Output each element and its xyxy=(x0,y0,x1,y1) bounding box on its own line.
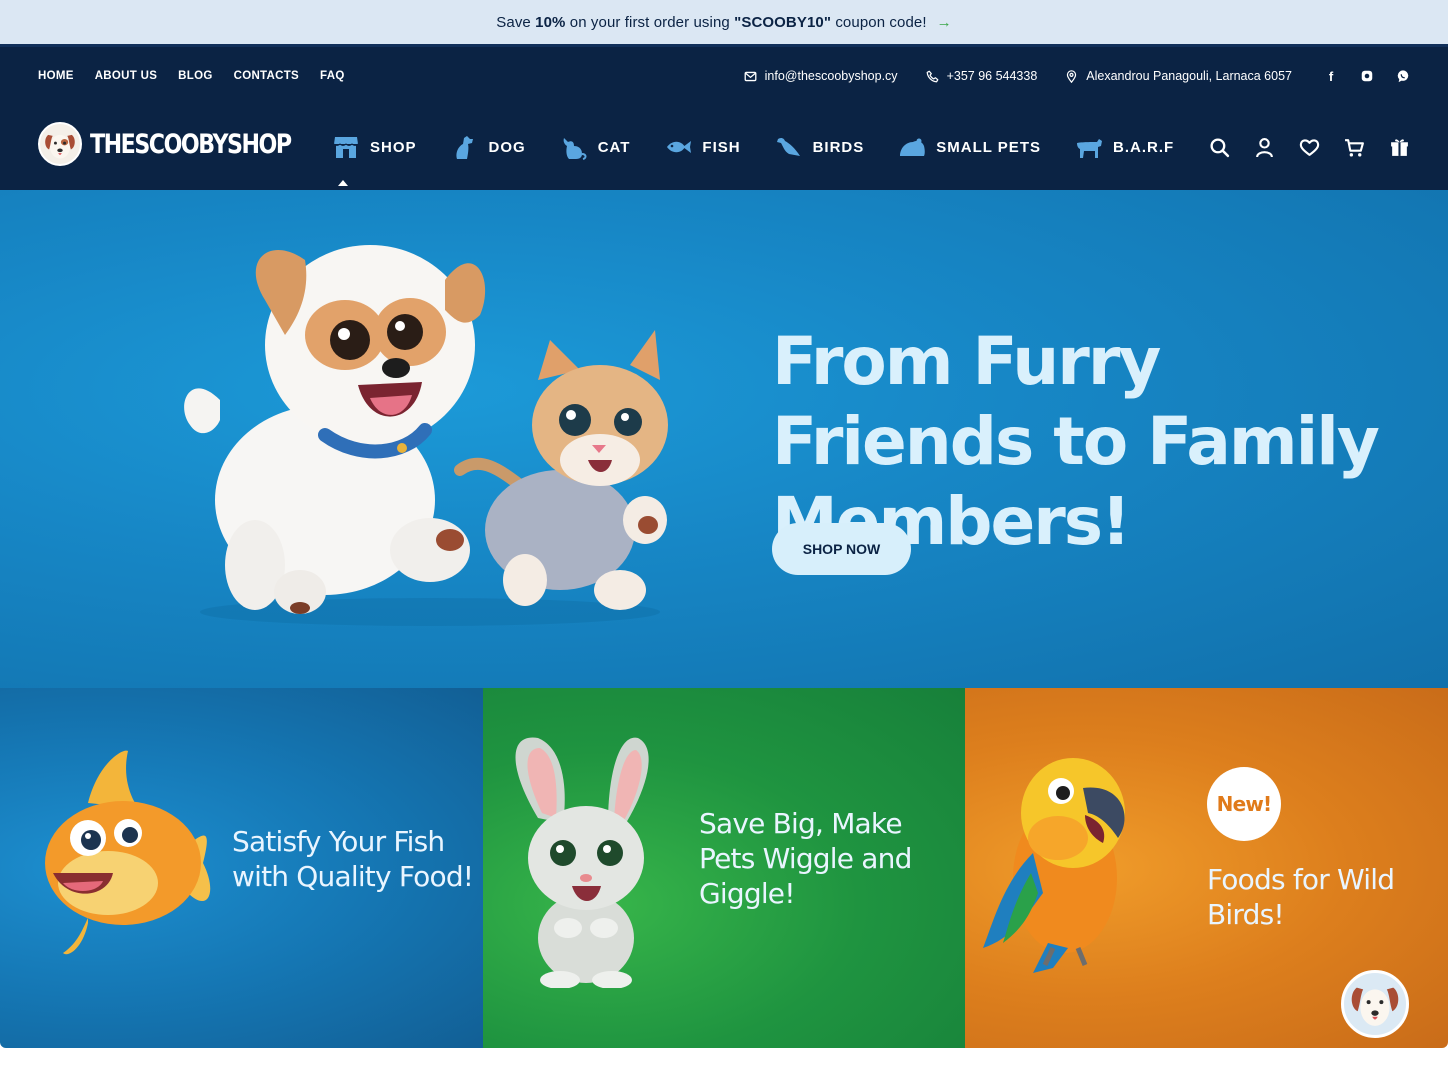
nav-contacts[interactable]: CONTACTS xyxy=(234,70,299,82)
promo-code: "SCOOBY10" xyxy=(734,13,832,31)
wild-birds-card-text: Foods for Wild Birds! xyxy=(1207,863,1395,931)
category-label: DOG xyxy=(488,138,526,156)
cart-icon[interactable] xyxy=(1344,137,1365,158)
dog-icon xyxy=(455,136,473,159)
category-label: SMALL PETS xyxy=(936,138,1041,156)
search-icon[interactable] xyxy=(1209,137,1230,158)
location-pin-icon xyxy=(1067,69,1077,83)
store-icon xyxy=(333,137,359,158)
category-label: CAT xyxy=(597,138,631,156)
promo-suffix: coupon code! xyxy=(835,13,927,31)
cat-icon xyxy=(563,138,587,160)
heart-icon[interactable] xyxy=(1299,137,1320,158)
phone-icon xyxy=(926,70,938,82)
main-nav: THESCOOBYSHOP SHOP DOG CAT FISH BIRDS SM… xyxy=(0,104,1448,190)
dog-logo-icon xyxy=(38,122,82,166)
nav-blog[interactable]: BLOG xyxy=(178,70,212,82)
mail-icon xyxy=(744,71,757,81)
hero-banner: From Furry Friends to Family Members! SH… xyxy=(0,190,1448,688)
gift-icon[interactable] xyxy=(1389,137,1410,158)
category-cat[interactable]: CAT xyxy=(560,134,631,160)
nav-about-us[interactable]: ABOUT US xyxy=(95,70,157,82)
header-tools xyxy=(1209,104,1410,190)
category-label: SHOP xyxy=(370,138,417,156)
category-birds[interactable]: BIRDS xyxy=(775,134,865,160)
contact-address[interactable]: Alexandrou Panagouli, Larnaca 6057 xyxy=(1065,69,1292,83)
site-logo[interactable]: THESCOOBYSHOP xyxy=(38,122,335,166)
new-badge: New! xyxy=(1207,767,1281,841)
promo-middle: on your first order using xyxy=(569,13,730,31)
top-nav: HOME ABOUT US BLOG CONTACTS FAQ xyxy=(38,47,345,105)
bunny-illustration xyxy=(515,737,649,988)
contact-email[interactable]: info@thescoobyshop.cy xyxy=(744,69,898,83)
contact-info: info@thescoobyshop.cy +357 96 544338 Ale… xyxy=(744,47,1410,105)
category-shop[interactable]: SHOP xyxy=(332,134,417,186)
hamster-icon xyxy=(900,138,925,156)
category-nav: SHOP DOG CAT FISH BIRDS SMALL PETS B.A.R… xyxy=(332,104,1174,190)
promo-prefix: Save xyxy=(496,13,531,31)
nav-faq[interactable]: FAQ xyxy=(320,70,345,82)
arrow-right-icon[interactable]: → xyxy=(937,14,952,31)
phone-text: +357 96 544338 xyxy=(946,69,1038,83)
fish-card-text: Satisfy Your Fish with Quality Food! xyxy=(232,825,474,893)
cow-icon xyxy=(1076,139,1102,158)
promo-cards: Satisfy Your Fish with Quality Food! Sav… xyxy=(0,688,1448,1048)
social-links: f xyxy=(1324,69,1410,84)
address-text: Alexandrou Panagouli, Larnaca 6057 xyxy=(1086,69,1292,83)
instagram-icon[interactable] xyxy=(1360,69,1374,83)
puppy-and-kitten-illustration xyxy=(184,245,668,626)
promo-bar[interactable]: Save 10% on your first order using "SCOO… xyxy=(0,0,1448,44)
facebook-icon[interactable]: f xyxy=(1324,69,1338,84)
fish-icon xyxy=(667,141,692,153)
category-barf[interactable]: B.A.R.F xyxy=(1075,134,1174,160)
user-icon[interactable] xyxy=(1254,137,1275,158)
category-dog[interactable]: DOG xyxy=(451,134,526,160)
goldfish-illustration xyxy=(45,750,211,955)
category-label: B.A.R.F xyxy=(1112,138,1175,156)
promo-discount: 10% xyxy=(535,13,566,31)
wild-birds-card[interactable]: New! Foods for Wild Birds! xyxy=(965,688,1448,1048)
fish-food-card[interactable]: Satisfy Your Fish with Quality Food! xyxy=(0,688,483,1048)
bird-icon xyxy=(776,137,800,156)
savings-card-text: Save Big, Make Pets Wiggle and Giggle! xyxy=(699,807,912,910)
category-small-pets[interactable]: SMALL PETS xyxy=(898,134,1041,160)
category-fish[interactable]: FISH xyxy=(664,134,740,160)
email-text: info@thescoobyshop.cy xyxy=(764,69,898,83)
category-label: BIRDS xyxy=(812,138,865,156)
parrot-illustration xyxy=(983,758,1125,973)
category-label: FISH xyxy=(702,138,741,156)
brand-name: THESCOOBYSHOP xyxy=(90,128,292,160)
top-bar: HOME ABOUT US BLOG CONTACTS FAQ info@the… xyxy=(0,44,1448,104)
nav-home[interactable]: HOME xyxy=(38,70,74,82)
shop-now-button[interactable]: SHOP NOW xyxy=(772,523,911,575)
savings-card[interactable]: Save Big, Make Pets Wiggle and Giggle! xyxy=(483,688,965,1048)
whatsapp-icon[interactable] xyxy=(1396,69,1410,83)
contact-phone[interactable]: +357 96 544338 xyxy=(926,69,1038,83)
dog-mascot-icon[interactable] xyxy=(1341,970,1409,1038)
